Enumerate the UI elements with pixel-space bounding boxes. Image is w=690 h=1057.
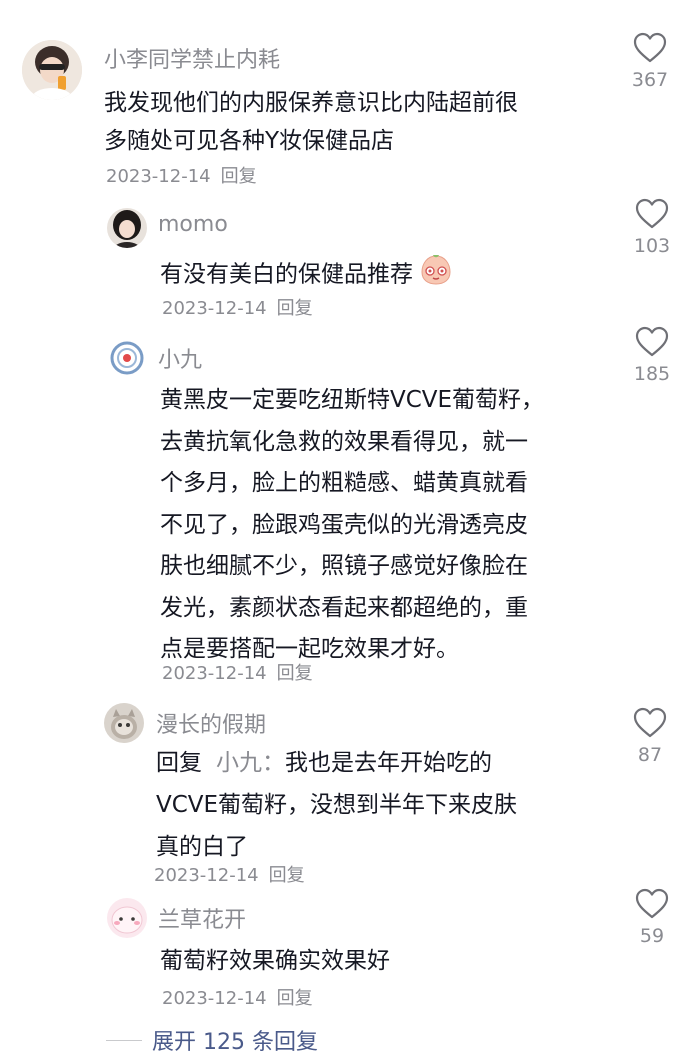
comment-username[interactable]: 小李同学禁止内耗 <box>104 42 280 74</box>
comment-text-line: 多随处可见各种Y妆保健品店 <box>104 128 395 154</box>
blushing-face-emoji <box>419 252 453 298</box>
comment-text-line: 去黄抗氧化急救的效果看得见，就一 <box>160 428 528 455</box>
like-button[interactable]: 103 <box>622 198 682 257</box>
comment-date: 2023-12-14 <box>162 988 267 1009</box>
comment-text-line: VCVE葡萄籽，没想到半年下来皮肤 <box>156 792 518 818</box>
comment-meta: 2023-12-14 回复 <box>162 294 313 320</box>
reply-button[interactable]: 回复 <box>269 865 305 886</box>
comment-username[interactable]: 小九 <box>158 342 202 374</box>
comment-username[interactable]: 漫长的假期 <box>156 707 266 739</box>
like-button[interactable]: 367 <box>620 32 680 91</box>
avatar[interactable] <box>104 703 144 743</box>
like-button[interactable]: 87 <box>620 707 680 766</box>
like-count: 59 <box>639 925 665 947</box>
reply-prefix: 回复 <box>156 750 202 776</box>
comment-text-line: 我发现他们的内服保养意识比内陆超前很 <box>104 90 518 116</box>
comment-date: 2023-12-14 <box>162 298 267 319</box>
comment-date: 2023-12-14 <box>162 663 267 684</box>
like-count: 367 <box>631 69 669 91</box>
comment-date: 2023-12-14 <box>154 865 259 886</box>
comment-username[interactable]: 兰草花开 <box>158 902 246 934</box>
heart-outline-icon <box>635 888 669 919</box>
heart-outline-icon <box>635 326 669 357</box>
comment-text-line: 黄黑皮一定要吃纽斯特VCVE葡萄籽， <box>160 387 545 413</box>
heart-outline-icon <box>635 198 669 229</box>
avatar[interactable] <box>107 898 147 938</box>
expand-replies-label: 展开 125 条回复 <box>152 1030 318 1055</box>
comment-text-line: 葡萄籽效果确实效果好 <box>160 948 390 974</box>
comment-meta: 2023-12-14 回复 <box>162 659 313 685</box>
heart-outline-icon <box>633 32 667 63</box>
divider <box>106 1039 142 1041</box>
expand-replies-button[interactable]: 展开 125 条回复 <box>106 1024 318 1056</box>
avatar[interactable] <box>22 40 82 100</box>
reply-button[interactable]: 回复 <box>277 988 313 1009</box>
comment-username[interactable]: momo <box>158 212 228 237</box>
comment-text-line: 不见了，脸跟鸡蛋壳似的光滑透亮皮 <box>160 511 528 538</box>
reply-text: 我也是去年开始吃的 <box>285 750 492 776</box>
comment-meta: 2023-12-14 回复 <box>162 984 313 1010</box>
reply-button[interactable]: 回复 <box>277 298 313 319</box>
reply-button[interactable]: 回复 <box>277 663 313 684</box>
comment-date: 2023-12-14 <box>106 166 211 187</box>
comment-text: 有没有美白的保健品推荐 <box>160 252 453 298</box>
avatar[interactable] <box>107 338 147 378</box>
reply-button[interactable]: 回复 <box>221 166 257 187</box>
like-count: 87 <box>637 744 663 766</box>
heart-outline-icon <box>633 707 667 738</box>
like-count: 103 <box>633 235 671 257</box>
comment-meta: 2023-12-14 回复 <box>154 861 305 887</box>
comment-text-line: 回复 小九：我也是去年开始吃的 <box>156 742 517 784</box>
like-count: 185 <box>633 363 671 385</box>
comment-text-line: 有没有美白的保健品推荐 <box>160 261 413 288</box>
comment-text: 葡萄籽效果确实效果好 <box>160 942 390 980</box>
reply-target-user[interactable]: 小九： <box>216 750 285 776</box>
like-button[interactable]: 185 <box>622 326 682 385</box>
comment-text-line: 肤也细腻不少，照镜子感觉好像脸在 <box>160 553 528 579</box>
comment-text: 我发现他们的内服保养意识比内陆超前很 多随处可见各种Y妆保健品店 <box>104 84 518 160</box>
comment-text: 回复 小九：我也是去年开始吃的 VCVE葡萄籽，没想到半年下来皮肤 真的白了 <box>156 742 517 868</box>
comment-meta: 2023-12-14 回复 <box>106 162 257 188</box>
comment-text: 黄黑皮一定要吃纽斯特VCVE葡萄籽， 去黄抗氧化急救的效果看得见，就一 个多月，… <box>160 380 544 671</box>
avatar[interactable] <box>107 208 147 248</box>
like-button[interactable]: 59 <box>622 888 682 947</box>
comment-text-line: 发光，素颜状态看起来都超绝的，重 <box>160 594 528 621</box>
comment-text-line: 个多月，脸上的粗糙感、蜡黄真就看 <box>160 470 528 496</box>
